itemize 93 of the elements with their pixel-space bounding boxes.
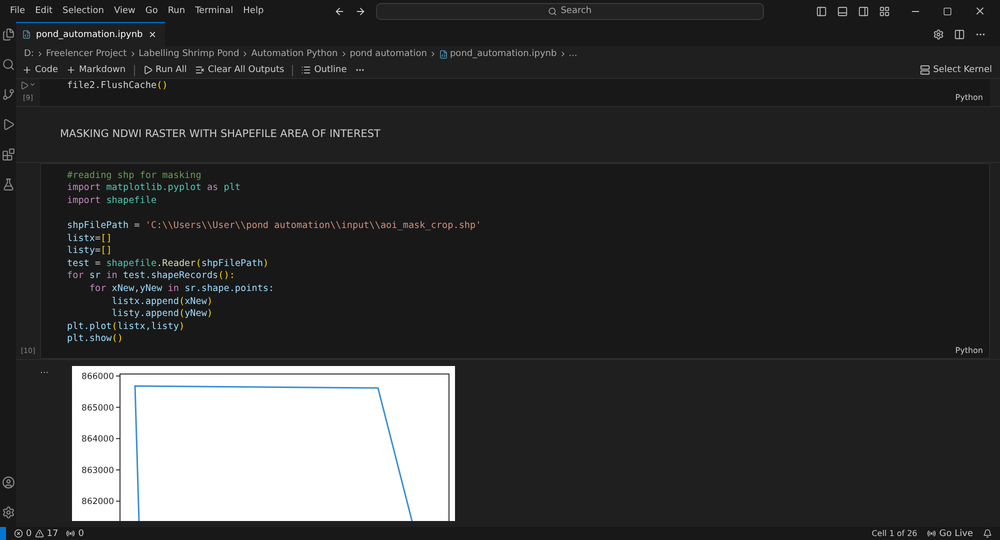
plus-icon [22, 65, 32, 75]
search-field[interactable]: Search [376, 2, 764, 20]
code-line: #reading shp for masking [67, 170, 202, 182]
language-label[interactable]: Python [955, 346, 983, 355]
toolbar-button[interactable]: Outline [301, 65, 347, 75]
code-line: file2.FlushCache() [67, 80, 169, 93]
plus-icon [66, 65, 76, 75]
extensions-icon[interactable] [2, 148, 14, 161]
code-line: for sr in test.shapeRecords(): [67, 270, 236, 283]
menu-item[interactable]: Selection [62, 6, 104, 16]
breadcrumb-item[interactable]: pond_automation.ipynb [450, 49, 557, 59]
problems-status[interactable]: 0 17 [14, 528, 58, 538]
y-axis-label: 862000 [82, 497, 114, 508]
menu-item[interactable]: View [114, 6, 136, 16]
list-icon [301, 65, 312, 75]
warning-icon [34, 529, 44, 538]
code-editor[interactable]: file2.FlushCache() Python [40, 79, 990, 106]
toolbar-button[interactable]: Run All [142, 65, 187, 75]
breadcrumb-item[interactable]: Automation Python [251, 49, 338, 59]
breadcrumb-item[interactable]: Labelling Shrimp Pond [138, 49, 240, 59]
secondary-sidebar-icon[interactable] [858, 6, 869, 16]
back-icon[interactable] [334, 6, 345, 16]
error-icon [14, 529, 23, 538]
code-line: for xNew,yNew in sr.shape.points: [88, 282, 276, 296]
code-line: plt.show() [67, 333, 124, 346]
cell-position[interactable]: Cell 1 of 26 [872, 529, 918, 538]
settings-icon[interactable] [933, 28, 944, 40]
breadcrumb-item[interactable]: Freelencer Project [46, 49, 127, 59]
clear-list-icon [194, 65, 205, 75]
tick-mark [116, 438, 120, 439]
split-editor-icon[interactable] [954, 28, 965, 40]
ports-status[interactable]: 0 [66, 528, 84, 538]
editor-tab[interactable]: pond_automation.ipynb [16, 22, 165, 46]
breadcrumb-item[interactable]: pond automation [350, 49, 427, 59]
code-line: import shapefile [67, 194, 158, 208]
close-icon[interactable] [974, 5, 986, 17]
flask-icon[interactable] [2, 178, 14, 191]
breadcrumb-item[interactable]: D: [24, 49, 34, 59]
close-icon[interactable] [148, 30, 157, 39]
server-icon [920, 65, 930, 75]
code-line: listy=[] [67, 245, 113, 258]
code-line: listx=[] [67, 232, 113, 246]
y-axis-label: 864000 [82, 434, 114, 444]
menu-item[interactable]: Go [145, 6, 158, 16]
code-line: test = shapefile.Reader(shpFilePath) [67, 258, 270, 270]
branch-icon[interactable] [2, 88, 14, 101]
error-count: 0 [26, 528, 32, 538]
tick-mark [116, 375, 120, 376]
y-axis-label: 863000 [82, 466, 114, 476]
toolbar-button[interactable]: Clear All Outputs [194, 65, 284, 75]
tick-mark [116, 500, 120, 502]
layout-icon[interactable] [879, 6, 890, 16]
y-axis-label: 865000 [82, 403, 114, 414]
y-axis-label: 866000 [82, 372, 114, 382]
language-label[interactable]: Python [955, 92, 983, 102]
account-icon[interactable] [2, 476, 14, 489]
notifications-icon[interactable] [983, 529, 992, 538]
code-line: listx.append(xNew) [110, 296, 214, 308]
chevron-icon[interactable] [29, 81, 36, 88]
broadcast-icon [66, 529, 76, 538]
toolbar-button[interactable]: Markdown [66, 65, 126, 75]
search-icon [548, 6, 557, 16]
menu-item[interactable]: Edit [35, 6, 52, 16]
menu-item[interactable]: Help [243, 6, 264, 16]
forward-icon[interactable] [354, 6, 366, 16]
run-icon [142, 65, 153, 75]
tab-label: pond_automation.ipynb [36, 30, 143, 40]
menu-item[interactable]: File [10, 6, 26, 16]
maximize-icon[interactable] [943, 6, 952, 16]
menu-item[interactable]: Terminal [195, 6, 234, 16]
code-line: listy.append(yNew) [110, 308, 214, 321]
sidebar-toggle-icon[interactable] [816, 6, 827, 16]
tick-mark [116, 406, 120, 408]
notebook-icon [438, 50, 448, 58]
run-icon[interactable] [2, 118, 14, 131]
code-line: plt.plot(listx,listy) [67, 320, 186, 334]
go-live-button[interactable]: Go Live [927, 528, 973, 538]
settings-icon[interactable] [2, 506, 14, 519]
broadcast-icon [927, 529, 936, 538]
files-icon[interactable] [2, 28, 14, 41]
select-kernel-button[interactable]: Select Kernel [920, 65, 992, 75]
code-line: import matplotlib.pyplot as plt [67, 182, 242, 195]
panel-toggle-icon[interactable] [837, 6, 848, 16]
tick-mark [116, 469, 120, 470]
search-icon[interactable] [2, 58, 14, 71]
toolbar-button[interactable]: Code [22, 65, 58, 75]
code-line: shpFilePath = 'C:\\Users\\User\\pond automation\\input\\aoi_mask_crop.shp' [67, 220, 482, 233]
breadcrumb-item[interactable]: ... [568, 49, 578, 59]
run-cell-icon[interactable] [20, 81, 29, 90]
output-menu[interactable]: ... [16, 366, 72, 527]
notebook-icon [22, 30, 31, 39]
warning-count: 17 [46, 528, 58, 538]
menu-item[interactable]: Run [168, 6, 186, 16]
